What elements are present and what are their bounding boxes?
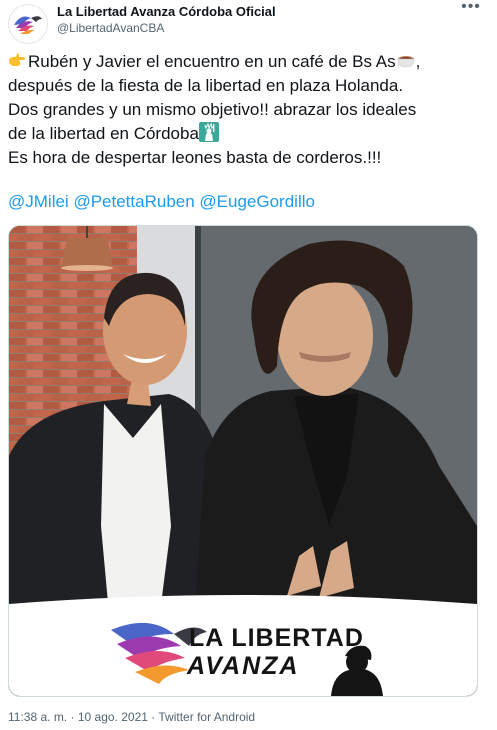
tweet-header: La Libertad Avanza Córdoba Oficial @Libe…: [0, 0, 497, 44]
tweet-source: Twitter for Android: [158, 710, 256, 724]
tweet-line-5: Es hora de despertar leones basta de cor…: [8, 148, 382, 167]
tweet-line-4: de la libertad en Córdoba: [8, 122, 486, 146]
tweet-line-1: Rubén y Javier el encuentro en un café d…: [8, 50, 486, 74]
mention-link-petettaruben[interactable]: @PetettaRuben: [73, 192, 194, 211]
handshake-hand-icon: [9, 53, 25, 66]
meta-separator: ·: [70, 710, 75, 724]
tweet-line-3: Dos grandes y un mismo objetivo!! abraza…: [8, 100, 417, 119]
tweet-line-1-text: Rubén y Javier el encuentro en un café d…: [28, 52, 396, 71]
tweet-photo[interactable]: LA LIBERTAD AVANZA: [8, 225, 478, 697]
tweet-metadata: 11:38 a. m. · 10 ago. 2021 · Twitter for…: [8, 710, 255, 724]
logo-line-1: LA LIBERTAD: [189, 624, 364, 652]
more-options-button[interactable]: •••: [459, 0, 483, 20]
logo-line-2: AVANZA: [187, 652, 300, 680]
coffee-cup-icon: [397, 56, 414, 68]
account-handle[interactable]: @LibertadAvanCBA: [57, 21, 164, 35]
tweet-line-1-end: ,: [415, 52, 421, 71]
mention-link-eugegordillo[interactable]: @EugeGordillo: [199, 192, 315, 211]
eagle-logo-icon: [14, 16, 42, 34]
statue-of-liberty-icon: [198, 122, 219, 142]
meta-separator: ·: [151, 710, 156, 724]
tweet-line-4-text: de la libertad en Córdoba: [8, 124, 199, 143]
avatar[interactable]: [8, 4, 48, 44]
account-display-name[interactable]: La Libertad Avanza Córdoba Oficial: [57, 4, 276, 19]
mention-link-jmilei[interactable]: @JMilei: [8, 192, 69, 211]
tweet-date[interactable]: 10 ago. 2021: [78, 710, 148, 724]
tweet-line-2: después de la fiesta de la libertad en p…: [8, 76, 404, 95]
more-horizontal-icon: •••: [461, 0, 481, 15]
tweet-time[interactable]: 11:38 a. m.: [8, 710, 67, 724]
mentions-row: @JMilei @PetettaRuben @EugeGordillo: [8, 190, 315, 214]
tweet-text: Rubén y Javier el encuentro en un café d…: [8, 50, 486, 170]
